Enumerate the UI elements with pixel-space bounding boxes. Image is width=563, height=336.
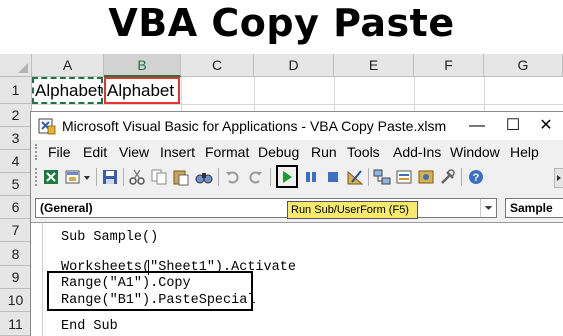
code-line[interactable]: End Sub	[61, 318, 118, 336]
column-header-e[interactable]: E	[334, 54, 414, 77]
excel-icon[interactable]	[42, 168, 60, 186]
row-header-6[interactable]: 6	[0, 196, 32, 219]
menu-file[interactable]: File	[48, 143, 71, 161]
cut-icon[interactable]	[128, 168, 146, 186]
toolbar-separator	[96, 168, 97, 186]
code-editor[interactable]: Sub Sample() Worksheets("Sheet1").Activa…	[31, 222, 563, 336]
menu-tools[interactable]: Tools	[347, 143, 380, 161]
column-header-b[interactable]: B	[104, 54, 181, 77]
menu-window[interactable]: Window	[450, 143, 500, 161]
row-header-5[interactable]: 5	[0, 173, 32, 196]
menu-format[interactable]: Format	[205, 143, 249, 161]
menu-edit[interactable]: Edit	[83, 143, 107, 161]
code-line[interactable]: Sub Sample()	[61, 229, 158, 247]
procedure-combo[interactable]: Sample	[505, 198, 563, 218]
break-icon[interactable]	[302, 168, 320, 186]
toolbar-separator	[461, 168, 462, 186]
column-header-g[interactable]: G	[484, 54, 563, 77]
menu-bar: File Edit View Insert Format Debug Run T…	[31, 140, 563, 164]
vba-logo-icon	[38, 118, 56, 135]
project-explorer-icon[interactable]	[373, 168, 391, 186]
toolbar-separator	[218, 168, 219, 186]
copy-icon[interactable]	[150, 168, 168, 186]
menu-view[interactable]: View	[119, 143, 149, 161]
menu-insert[interactable]: Insert	[160, 143, 195, 161]
scroll-right-arrow-icon[interactable]	[554, 168, 563, 188]
procedure-combo-value: Sample	[510, 201, 553, 215]
toolbox-icon[interactable]	[439, 168, 457, 186]
row-header-10[interactable]: 10	[0, 289, 32, 312]
object-combo[interactable]: (General)	[35, 198, 497, 218]
reset-icon[interactable]	[324, 168, 342, 186]
row-header-8[interactable]: 8	[0, 242, 32, 266]
object-browser-icon[interactable]	[417, 168, 435, 186]
chevron-down-icon[interactable]	[480, 199, 496, 217]
minimize-button[interactable]: —	[459, 112, 495, 140]
undo-icon[interactable]	[224, 168, 242, 186]
row-header-7[interactable]: 7	[0, 219, 32, 242]
page-title: VBA Copy Paste	[108, 1, 455, 45]
menu-help[interactable]: Help	[510, 143, 539, 161]
menubar-grip-icon[interactable]	[35, 144, 39, 160]
column-header-f[interactable]: F	[414, 54, 484, 77]
row-header-1[interactable]: 1	[0, 77, 32, 104]
toolbar-separator	[123, 168, 124, 186]
row-header-4[interactable]: 4	[0, 150, 32, 173]
paste-icon[interactable]	[172, 168, 190, 186]
column-header-d[interactable]: D	[254, 54, 334, 77]
insert-module-icon[interactable]	[64, 168, 82, 186]
code-highlight-box	[47, 271, 253, 311]
copy-marquee	[32, 77, 103, 104]
window-title: Microsoft Visual Basic for Applications …	[62, 118, 447, 134]
maximize-button[interactable]: ☐	[495, 112, 531, 140]
standard-toolbar: ?	[31, 164, 563, 190]
select-all-corner[interactable]	[0, 54, 32, 77]
redo-icon[interactable]	[246, 168, 264, 186]
vba-editor-window: Microsoft Visual Basic for Applications …	[30, 111, 563, 336]
find-icon[interactable]	[195, 168, 213, 186]
toolbar-separator	[270, 168, 271, 186]
row-header-2[interactable]: 2	[0, 104, 32, 127]
svg-text:?: ?	[473, 172, 480, 184]
help-icon[interactable]: ?	[467, 168, 485, 186]
row-header-11[interactable]: 11	[0, 312, 32, 336]
window-title-bar[interactable]: Microsoft Visual Basic for Applications …	[31, 112, 563, 140]
menu-debug[interactable]: Debug	[258, 143, 299, 161]
menu-run[interactable]: Run	[311, 143, 337, 161]
row-header-3[interactable]: 3	[0, 127, 32, 150]
dropdown-arrow-icon[interactable]	[82, 168, 92, 186]
code-margin[interactable]	[31, 223, 43, 336]
row-header-9[interactable]: 9	[0, 266, 32, 289]
properties-icon[interactable]	[395, 168, 413, 186]
select-all-triangle-icon	[18, 63, 28, 73]
design-mode-icon[interactable]	[346, 168, 364, 186]
column-header-c[interactable]: C	[181, 54, 254, 77]
column-header-a[interactable]: A	[32, 54, 104, 77]
menu-add-ins[interactable]: Add-Ins	[393, 143, 441, 161]
pasted-cell-highlight	[104, 77, 180, 104]
object-combo-value: (General)	[40, 201, 93, 215]
save-icon[interactable]	[101, 168, 119, 186]
run-tooltip: Run Sub/UserForm (F5)	[287, 201, 418, 219]
run-icon[interactable]	[278, 168, 296, 186]
toolbar-separator	[368, 168, 369, 186]
toolbar-grip-icon[interactable]	[35, 168, 39, 186]
close-button[interactable]: ✕	[528, 112, 563, 140]
